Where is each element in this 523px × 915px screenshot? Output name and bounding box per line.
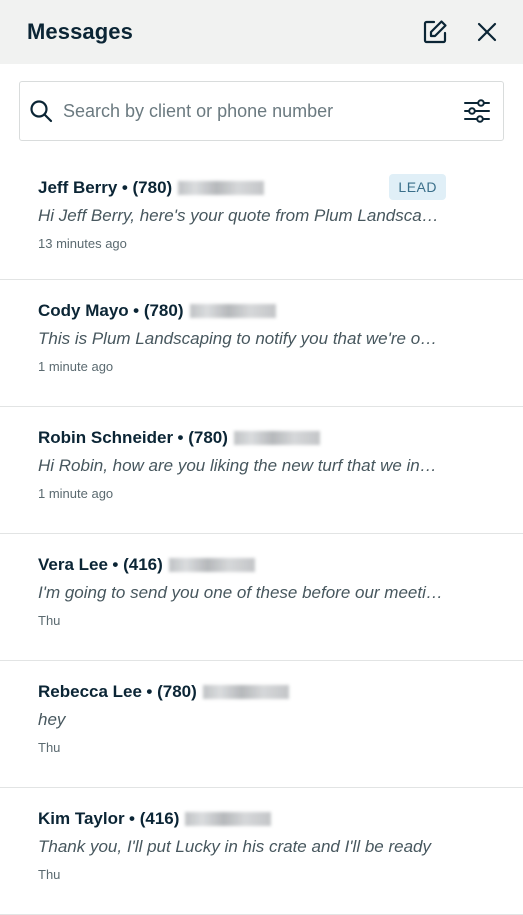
contact-name: Vera Lee <box>38 555 108 574</box>
message-time: Thu <box>38 867 61 882</box>
message-time: 1 minute ago <box>38 486 114 501</box>
compose-icon <box>423 20 447 44</box>
message-time: Thu <box>38 613 61 628</box>
search-bar <box>19 81 504 141</box>
message-time: 13 minutes ago <box>38 236 127 251</box>
close-button[interactable] <box>473 18 501 46</box>
message-preview: Hi Robin, how are you liking the new tur… <box>38 456 443 475</box>
page-title: Messages <box>27 19 133 44</box>
conversation-item[interactable]: Cody Mayo • (780) This is Plum Landscapi… <box>0 280 523 407</box>
search-input[interactable] <box>61 99 463 123</box>
conversation-item[interactable]: Kim Taylor • (416) Thank you, I'll put L… <box>0 788 523 915</box>
contact-name: Robin Schneider <box>38 428 174 447</box>
phone-area-code: • (780) <box>146 682 197 701</box>
conversation-item[interactable]: Rebecca Lee • (780) hey Thu <box>0 661 523 788</box>
message-preview: hey <box>38 710 66 729</box>
conversation-list: Jeff Berry • (780) LEAD Hi Jeff Berry, h… <box>0 157 523 915</box>
redacted-phone-number <box>202 685 289 699</box>
message-preview: Hi Jeff Berry, here's your quote from Pl… <box>38 206 443 225</box>
phone-area-code: • (780) <box>177 428 228 447</box>
filter-sliders-icon <box>464 99 490 123</box>
redacted-phone-number <box>168 558 255 572</box>
phone-area-code: • (416) <box>112 555 163 574</box>
close-icon <box>477 22 497 42</box>
redacted-phone-number <box>178 181 265 195</box>
contact-name: Jeff Berry <box>38 178 118 197</box>
conversation-item[interactable]: Robin Schneider • (780) Hi Robin, how ar… <box>0 407 523 534</box>
conversation-item[interactable]: Vera Lee • (416) I'm going to send you o… <box>0 534 523 661</box>
search-icon <box>30 100 53 123</box>
status-badge: LEAD <box>389 174 446 200</box>
contact-name: Cody Mayo <box>38 301 129 320</box>
phone-area-code: • (416) <box>129 809 180 828</box>
contact-name: Kim Taylor <box>38 809 125 828</box>
search-container <box>0 64 523 141</box>
filter-button[interactable] <box>463 98 491 124</box>
message-time: 1 minute ago <box>38 359 114 374</box>
message-preview: Thank you, I'll put Lucky in his crate a… <box>38 837 431 856</box>
redacted-phone-number <box>185 812 272 826</box>
compose-button[interactable] <box>421 18 449 46</box>
messages-header: Messages <box>0 0 523 64</box>
message-preview: This is Plum Landscaping to notify you t… <box>38 329 443 348</box>
conversation-item[interactable]: Jeff Berry • (780) LEAD Hi Jeff Berry, h… <box>0 157 523 280</box>
contact-name: Rebecca Lee <box>38 682 142 701</box>
phone-area-code: • (780) <box>133 301 184 320</box>
message-preview: I'm going to send you one of these befor… <box>38 583 443 602</box>
redacted-phone-number <box>233 431 320 445</box>
phone-area-code: • (780) <box>121 178 173 197</box>
redacted-phone-number <box>189 304 276 318</box>
message-time: Thu <box>38 740 61 755</box>
